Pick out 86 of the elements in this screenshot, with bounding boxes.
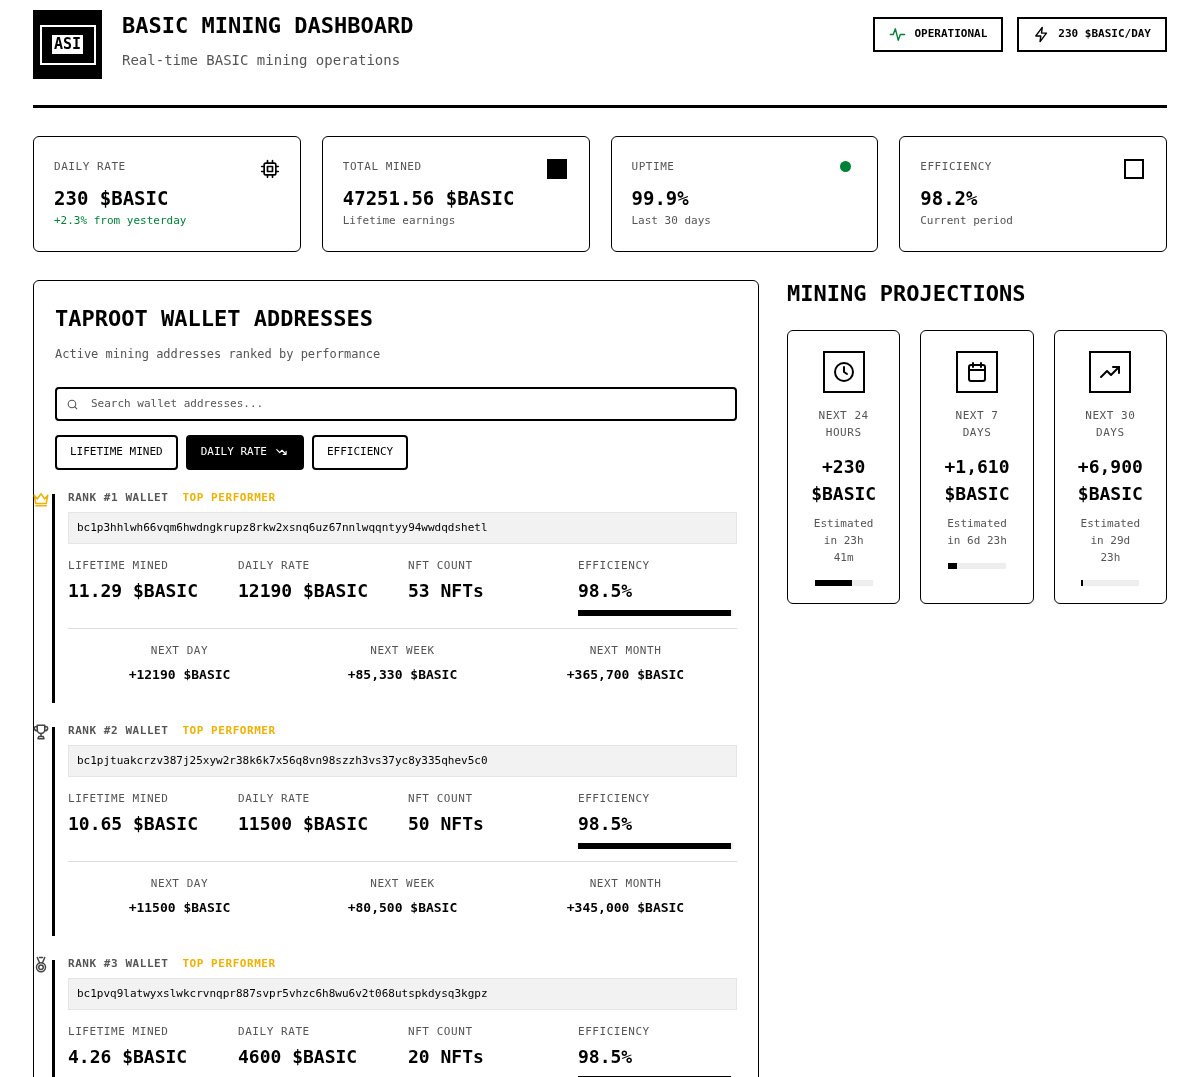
metric-value: 98.5%: [578, 811, 634, 836]
projection-label: NEXT DAY: [150, 642, 209, 659]
metric-label: LIFETIME MINED: [68, 1024, 170, 1040]
projection-value: +365,700 $BASIC: [566, 666, 685, 684]
metric-label: DAILY RATE: [238, 1024, 311, 1040]
projection-value: +6,900 $BASIC: [1076, 454, 1144, 506]
panel-subtitle: Active mining addresses ranked by performance: [55, 345, 382, 363]
stat-label: DAILY RATE: [54, 159, 126, 175]
metric-label: EFFICIENCY: [578, 1024, 651, 1040]
metric-value: 11500 $BASIC: [238, 811, 370, 836]
metric-value: 98.5%: [578, 1044, 634, 1069]
projection-label: NEXT WEEK: [370, 642, 435, 659]
clock-icon: [831, 359, 856, 384]
metric-label: DAILY RATE: [238, 791, 311, 807]
performer-tag: TOP PERFORMER: [182, 722, 276, 739]
metric-label: NFT COUNT: [408, 791, 474, 807]
stat-value: 99.9%: [631, 187, 690, 211]
pulse-icon: [889, 26, 907, 43]
metric-value: 11.29 $BASIC: [68, 578, 200, 603]
metric-label: NFT COUNT: [408, 1024, 474, 1040]
wallet-rank: RANK #3 WALLET: [68, 955, 169, 972]
square-icon: [546, 159, 567, 179]
wallet-rank: RANK #2 WALLET: [68, 722, 169, 739]
logo-text: ASI: [51, 35, 84, 54]
metric-value: 12190 $BASIC: [238, 578, 370, 603]
status-badge: 230 $BASIC/DAY: [1017, 17, 1167, 52]
panel-title: TAPROOT WALLET ADDRESSES: [55, 305, 374, 333]
projection-note: Estimated in 6d 23h: [946, 515, 1008, 549]
sort-button[interactable]: LIFETIME MINED: [55, 434, 178, 470]
square-icon: [1124, 159, 1144, 179]
metric-label: LIFETIME MINED: [68, 558, 170, 574]
projection-label: NEXT 7 DAYS: [954, 407, 1000, 441]
projection-label: NEXT MONTH: [589, 642, 662, 659]
metric-value: 50 NFTs: [408, 811, 485, 836]
performer-tag: TOP PERFORMER: [182, 955, 276, 972]
metric-label: LIFETIME MINED: [68, 791, 170, 807]
trophy-icon: [32, 722, 50, 741]
search-icon: [66, 397, 79, 411]
projection-label: NEXT DAY: [150, 875, 209, 892]
chip-icon: [259, 159, 280, 179]
projection-label: NEXT 30 DAYS: [1084, 407, 1137, 441]
stat-value: 230 $BASIC: [54, 187, 170, 211]
sort-button[interactable]: DAILY RATE: [185, 434, 304, 470]
stat-note: +2.3% from yesterday: [54, 212, 188, 229]
search-field[interactable]: Search wallet addresses...: [55, 386, 737, 421]
panel-title: MINING PROJECTIONS: [787, 280, 1027, 308]
metric-label: NFT COUNT: [408, 558, 474, 574]
wallet-address: bc1pvq9latwyxslwkcrvnqpr887svpr5vhzc6h8wu6v2t068utspkdysq3kgpz: [68, 978, 737, 1010]
metric-value: 98.5%: [578, 578, 634, 603]
projection-value: +230 $BASIC: [810, 454, 878, 506]
projection-value: +345,000 $BASIC: [566, 899, 685, 917]
stat-value: 98.2%: [920, 187, 979, 211]
projection-value: +1,610 $BASIC: [943, 454, 1011, 506]
metric-label: EFFICIENCY: [578, 791, 651, 807]
wallet-address: bc1pjtuakcrzv387j25xyw2r38k6k7x56q8vn98szzh3vs37yc8y335qhev5c0: [68, 745, 737, 777]
performer-tag: TOP PERFORMER: [182, 489, 276, 506]
stat-note: Current period: [920, 212, 1014, 229]
metric-label: EFFICIENCY: [578, 558, 651, 574]
metric-value: 4.26 $BASIC: [68, 1044, 189, 1069]
status-badge: OPERATIONAL: [873, 17, 1004, 52]
stat-note: Lifetime earnings: [342, 212, 457, 229]
projection-value: +11500 $BASIC: [128, 899, 231, 917]
stat-label: TOTAL MINED: [342, 159, 422, 175]
stat-label: UPTIME: [631, 159, 675, 175]
projection-note: Estimated in 23h 41m: [812, 515, 875, 566]
stat-note: Last 30 days: [631, 212, 712, 229]
metric-label: DAILY RATE: [238, 558, 311, 574]
calendar-icon: [965, 359, 989, 384]
metric-value: 20 NFTs: [408, 1044, 485, 1069]
projection-note: Estimated in 29d 23h: [1079, 515, 1142, 566]
stat-label: EFFICIENCY: [920, 159, 992, 175]
metric-value: 4600 $BASIC: [238, 1044, 359, 1069]
dashboard-title: BASIC MINING DASHBOARD: [122, 12, 414, 40]
projection-value: +80,500 $BASIC: [347, 899, 458, 917]
dashboard-subtitle: Real-time BASIC mining operations: [122, 50, 402, 70]
projection-label: NEXT 24 HOURS: [817, 407, 870, 441]
wallet-rank: RANK #1 WALLET: [68, 489, 169, 506]
wallet-address: bc1p3hhlwh66vqm6hwdngkrupz8rkw2xsnq6uz67nnlwqqntyy94wwdqdshetl: [68, 512, 737, 544]
projection-label: NEXT WEEK: [370, 875, 435, 892]
projection-value: +85,330 $BASIC: [347, 666, 458, 684]
metric-value: 10.65 $BASIC: [68, 811, 200, 836]
metric-value: 53 NFTs: [408, 578, 485, 603]
projection-label: NEXT MONTH: [589, 875, 662, 892]
projection-value: +12190 $BASIC: [128, 666, 231, 684]
sort-button[interactable]: EFFICIENCY: [311, 434, 409, 470]
stat-value: 47251.56 $BASIC: [342, 187, 516, 211]
